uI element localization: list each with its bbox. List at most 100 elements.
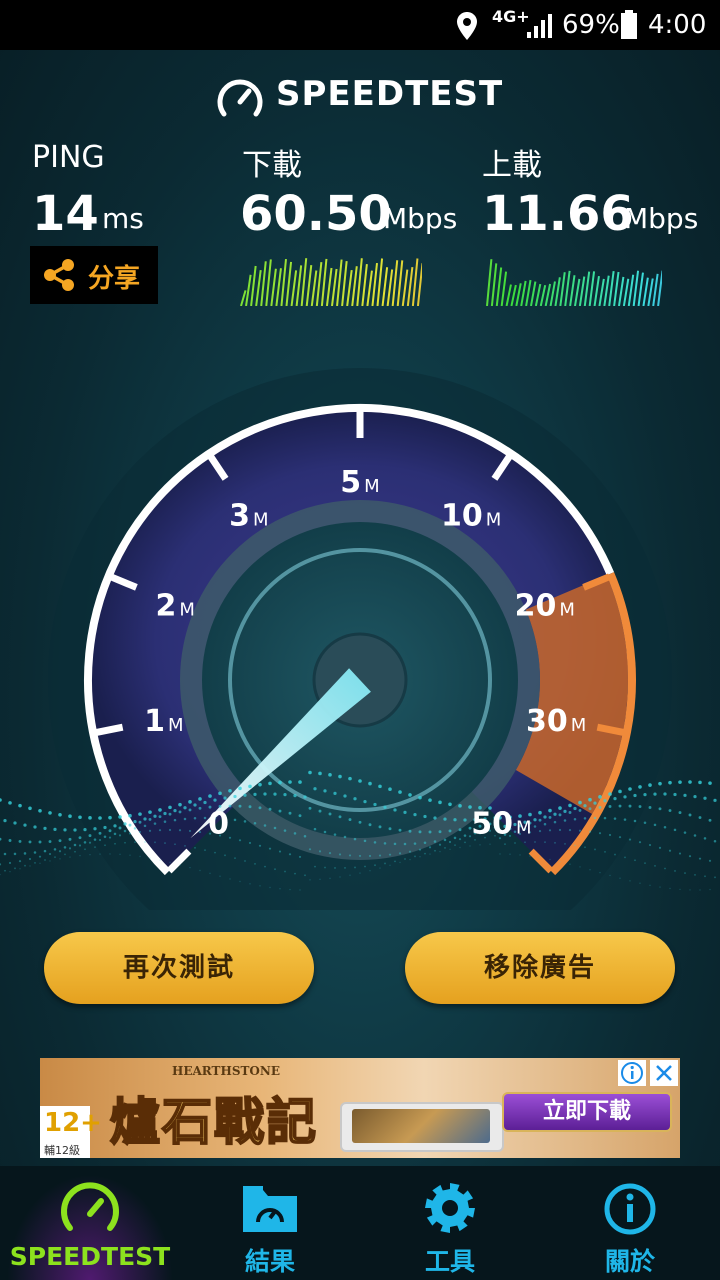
remove-ads-button[interactable]: 移除廣告 (405, 932, 675, 1004)
nav-item-results[interactable]: 結果 (180, 1166, 360, 1280)
wave-dot (273, 792, 277, 796)
wave-dot (709, 888, 711, 891)
graph-bar (578, 276, 586, 306)
wave-dot (698, 857, 702, 860)
wave-dot (568, 829, 572, 832)
wave-dot (203, 816, 207, 820)
wave-dot (274, 868, 276, 871)
wave-dot (243, 793, 247, 797)
wave-dot (564, 843, 566, 845)
wave-dot (204, 849, 206, 851)
graph-bar (647, 278, 654, 306)
speedometer-icon (61, 1182, 119, 1231)
wave-dot (693, 834, 697, 837)
download-value: 60.50 (240, 186, 392, 242)
wave-dot (614, 853, 616, 856)
wave-dot (538, 810, 542, 815)
wave-dot (303, 795, 307, 799)
graph-bar (371, 262, 378, 306)
wave-dot (348, 818, 352, 822)
wave-dot (118, 826, 122, 830)
wave-dot (363, 799, 367, 804)
wave-dot (214, 851, 216, 854)
share-button[interactable]: 分享 (30, 246, 158, 304)
wave-dot (428, 830, 432, 834)
wave-dot (38, 855, 42, 858)
wave-dot (543, 815, 547, 819)
nav-item-tools[interactable]: 工具 (360, 1166, 540, 1280)
graph-bar (618, 276, 625, 306)
wave-dot (599, 871, 601, 874)
wave-dot (598, 832, 602, 835)
graph-bar (637, 272, 644, 306)
ad-banner[interactable]: HEARTHSTONE 爐石戰記 12+ 輔12級 立即下載 (40, 1058, 680, 1158)
wave-dot (283, 829, 287, 832)
graph-bar (401, 269, 409, 306)
wave-dot (333, 833, 337, 836)
wave-dot (313, 827, 317, 831)
wave-dot (128, 813, 132, 818)
ping-label: PING (32, 140, 105, 175)
wave-dot (678, 852, 682, 855)
wave-dot (99, 853, 101, 855)
graph-bar (588, 271, 596, 306)
ad-close-icon[interactable] (650, 1060, 678, 1086)
wave-dot (393, 808, 397, 812)
wave-dot (603, 816, 607, 820)
wave-dot (158, 829, 162, 832)
wave-dot (713, 839, 717, 843)
wave-dot (0, 873, 1, 876)
wave-dot (179, 864, 181, 866)
wave-dot (548, 829, 552, 832)
wave-dot (133, 819, 137, 824)
wave-dot (408, 829, 412, 833)
graph-bar (396, 260, 404, 306)
wave-dot (4, 869, 6, 872)
wave-dot (13, 852, 17, 856)
wave-dot (68, 837, 72, 841)
location-icon (457, 12, 477, 40)
wave-dot (604, 851, 606, 853)
wave-dot (449, 848, 451, 851)
graph-bar (505, 284, 512, 306)
wave-dot (409, 858, 411, 861)
wave-dot (308, 848, 312, 851)
wave-dot (19, 868, 21, 870)
wave-dot (399, 861, 401, 864)
wave-dot (608, 833, 612, 837)
wave-dot (238, 839, 242, 842)
wave-dot (338, 853, 342, 856)
wave-dot (28, 840, 32, 844)
wave-dot (648, 843, 652, 847)
wave-dot (654, 864, 656, 867)
wave-dot (378, 825, 382, 829)
graph-bar (336, 259, 343, 306)
wave-dot (288, 853, 292, 856)
retest-button[interactable]: 再次測試 (44, 932, 314, 1004)
battery-percent: 69% (562, 10, 620, 40)
ad-cta-label: 立即下載 (542, 1099, 631, 1124)
wave-dot (69, 856, 71, 858)
graph-bar (642, 277, 649, 306)
wave-dot (708, 781, 712, 785)
wave-dot (323, 830, 327, 834)
nav-item-about[interactable]: 關於 (540, 1166, 720, 1280)
wave-dot (504, 843, 506, 846)
wave-dot (338, 774, 342, 779)
download-unit: Mbps (383, 202, 458, 235)
nav-item-speedtest[interactable]: SPEEDTEST (0, 1166, 180, 1280)
wave-dot (358, 854, 362, 858)
wave-dot (78, 836, 82, 840)
wave-dot (658, 846, 662, 849)
share-label: 分享 (88, 264, 141, 294)
wave-dot (284, 870, 286, 873)
wave-dot (419, 856, 421, 858)
wave-dot (64, 853, 66, 856)
wave-dot (713, 798, 717, 802)
wave-dot (59, 858, 61, 860)
ad-info-icon[interactable] (618, 1060, 646, 1086)
ad-cta-button[interactable]: 立即下載 (502, 1092, 672, 1132)
wave-dot (254, 862, 256, 865)
wave-dot (178, 810, 182, 814)
battery-icon (621, 10, 637, 39)
